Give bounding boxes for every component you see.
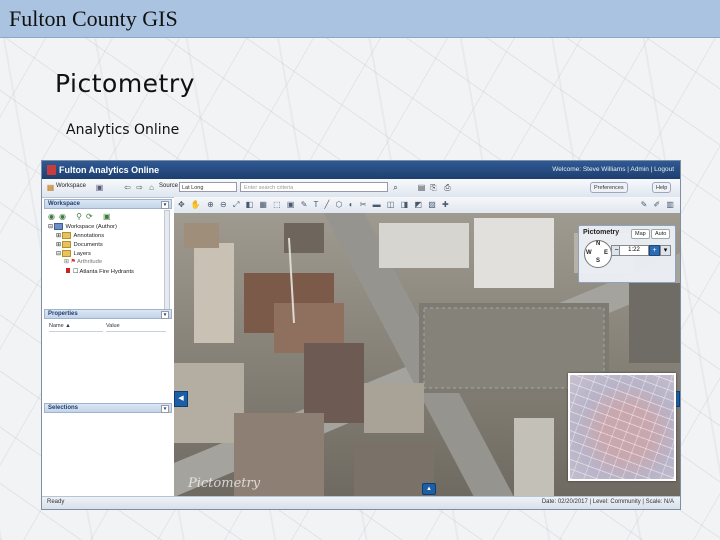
- slide-subtitle: Analytics Online: [66, 122, 180, 138]
- workspace-tree: ⊟ Workspace (Author) ⊞ Annotations ⊞ Doc…: [48, 223, 134, 277]
- status-bar: Ready Date: 02/20/2017 | Level: Communit…: [42, 496, 680, 509]
- properties-value-column[interactable]: Value: [106, 323, 166, 332]
- left-dock-icon[interactable]: ◀: [174, 391, 188, 407]
- main-toolbar: ▦ Workspace ▣ ⇦ ⇨ ⌂ Source Lat Long Ente…: [42, 179, 680, 198]
- expand-icon[interactable]: ▲: [422, 483, 436, 495]
- preferences-button[interactable]: Preferences: [590, 182, 628, 193]
- collapse-icon[interactable]: ▾: [161, 405, 169, 413]
- app-header: Fulton Analytics Online Welcome: Steve W…: [42, 161, 680, 179]
- tree-item-documents[interactable]: ⊞ Documents: [48, 241, 134, 250]
- zoom-level[interactable]: 1:22: [619, 245, 649, 256]
- app-title: Fulton Analytics Online: [59, 165, 160, 175]
- compass-control[interactable]: N W E S: [584, 240, 612, 268]
- collapse-icon[interactable]: ▾: [161, 201, 169, 209]
- slide-title: Pictometry: [55, 69, 195, 98]
- help-button[interactable]: Help: [652, 182, 672, 193]
- tree-item-layers[interactable]: ⊟ Layers: [48, 250, 134, 259]
- home-icon[interactable]: ⌂: [146, 182, 157, 193]
- overview-minimap[interactable]: [568, 373, 676, 481]
- status-right: Date: 02/20/2017 | Level: Community | Sc…: [541, 499, 674, 505]
- pictometry-control-panel: Pictometry Map Auto N W E S − 1:22 + ▾: [578, 225, 676, 283]
- app-window: Fulton Analytics Online Welcome: Steve W…: [41, 160, 681, 510]
- map-tools-icons[interactable]: ✥ ✋ ⊕ ⊖ ⤢ ◧ ▦ ⬚ ▣ ✎ T ╱ ⬡ ◐ ✂ ▬ ◫ ◨ ◩ ▨ …: [178, 200, 451, 210]
- workspace-icon[interactable]: ▦: [45, 182, 56, 193]
- tree-item-fire-hydrants[interactable]: ☐ Atlanta Fire Hydrants: [48, 268, 134, 277]
- back-arrow-icon[interactable]: ⇦: [122, 182, 133, 193]
- layout-icon[interactable]: ▣: [94, 182, 105, 193]
- source-select[interactable]: Lat Long: [179, 182, 237, 192]
- slide-header-bar: Fulton County GIS: [0, 0, 720, 38]
- workspace-panel-header[interactable]: Workspace ▾: [44, 199, 172, 209]
- zoom-menu-icon[interactable]: ▾: [660, 245, 671, 256]
- welcome-text[interactable]: Welcome: Steve Williams | Admin | Logout: [552, 166, 674, 173]
- selections-panel-header[interactable]: Selections ▾: [44, 403, 172, 413]
- tree-item-workspace[interactable]: ⊟ Workspace (Author): [48, 223, 134, 232]
- left-sidebar: Workspace ▾ ◉◉ ⚲⟳ ▣ ⊟ Workspace (Author)…: [44, 199, 172, 497]
- tree-item-sublayer[interactable]: ⊞ ⚑ Arthritude: [48, 259, 134, 268]
- tab-map[interactable]: Map: [631, 229, 650, 239]
- zoom-in-button[interactable]: +: [649, 245, 660, 256]
- export-icon[interactable]: ⎘: [428, 182, 439, 193]
- properties-panel-title: Properties: [48, 311, 78, 317]
- workspace-menu[interactable]: Workspace: [56, 183, 86, 189]
- workspace-panel-title: Workspace: [48, 201, 80, 207]
- workspace-scrollbar[interactable]: [164, 210, 170, 310]
- pictometry-panel-title: Pictometry: [583, 229, 620, 236]
- map-toolbar: ✥ ✋ ⊕ ⊖ ⤢ ◧ ▦ ⬚ ▣ ✎ T ╱ ⬡ ◐ ✂ ▬ ◫ ◨ ◩ ▨ …: [174, 197, 680, 214]
- tree-item-annotations[interactable]: ⊞ Annotations: [48, 232, 134, 241]
- pictometry-watermark: Pictometry: [188, 476, 261, 491]
- properties-panel-header[interactable]: Properties ▾: [44, 309, 172, 319]
- source-label: Source: [159, 183, 179, 189]
- print-icon[interactable]: ⎙: [442, 182, 453, 193]
- map-tools-right-icons[interactable]: ✎ ✐ ▥: [641, 200, 676, 209]
- table-icon[interactable]: ▤: [416, 182, 427, 193]
- tab-auto[interactable]: Auto: [651, 229, 671, 239]
- search-icon[interactable]: ⌕: [390, 182, 401, 193]
- workspace-action-icons[interactable]: ◉◉ ⚲⟳ ▣: [48, 212, 115, 221]
- slide-header-title: Fulton County GIS: [9, 6, 178, 31]
- forward-arrow-icon[interactable]: ⇨: [134, 182, 145, 193]
- oblique-aerial-view[interactable]: ◀ ▶ Pictometry Map Auto N W E S − 1:22 +…: [174, 213, 680, 497]
- selections-panel-title: Selections: [48, 405, 79, 411]
- search-input[interactable]: Enter search criteria: [240, 182, 388, 192]
- properties-name-column[interactable]: Name ▲: [49, 323, 103, 332]
- app-logo-icon: [47, 165, 56, 175]
- status-left: Ready: [47, 499, 65, 505]
- collapse-icon[interactable]: ▾: [161, 311, 169, 319]
